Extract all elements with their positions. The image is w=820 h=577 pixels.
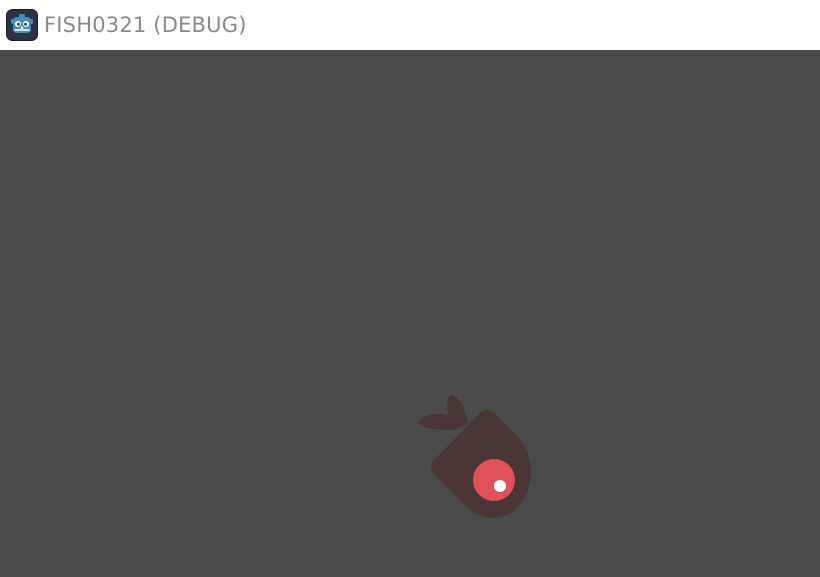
window-title: FISH0321 (DEBUG) bbox=[44, 12, 247, 37]
fish-icon[interactable] bbox=[410, 390, 550, 530]
title-bar[interactable]: FISH0321 (DEBUG) bbox=[0, 0, 820, 49]
fish-fin bbox=[418, 413, 460, 430]
fish-pupil bbox=[494, 480, 506, 492]
game-viewport[interactable] bbox=[0, 50, 820, 577]
game-window: FISH0321 (DEBUG) bbox=[0, 0, 820, 577]
fish-eye bbox=[473, 459, 515, 501]
godot-engine-icon bbox=[6, 8, 38, 41]
